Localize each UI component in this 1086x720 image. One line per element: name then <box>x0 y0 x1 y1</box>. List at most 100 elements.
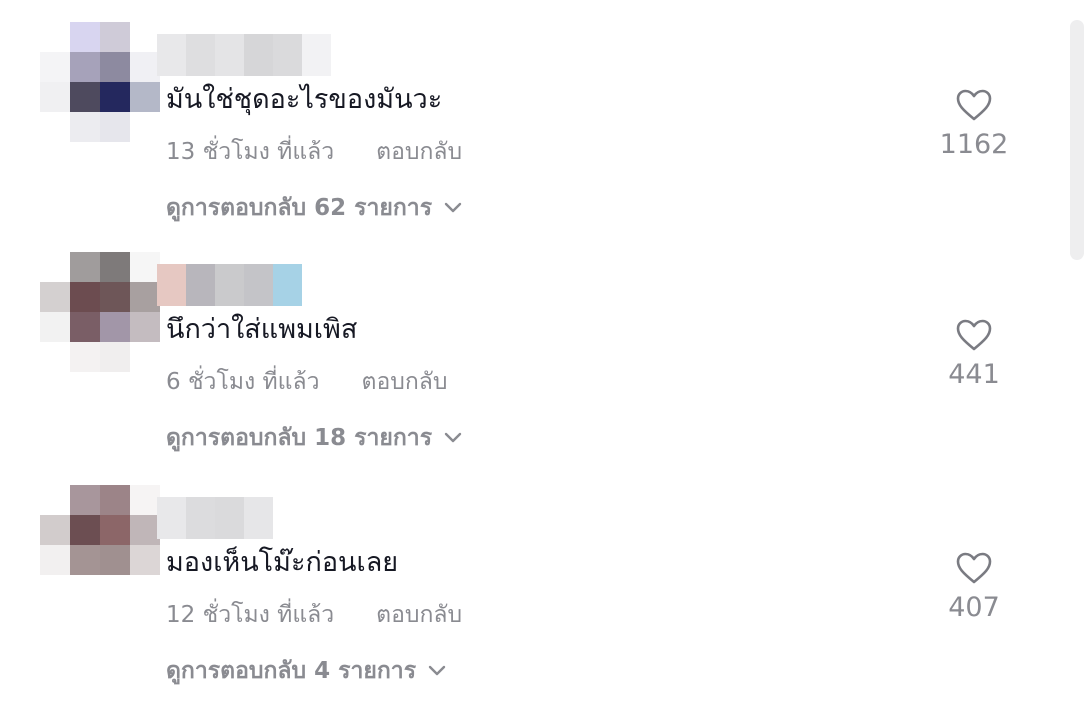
comment-time: 13 ชั่วโมง ที่แล้ว <box>166 139 335 165</box>
avatar-pixel <box>130 52 160 82</box>
username-pixel <box>186 497 215 539</box>
avatar-pixel <box>100 545 130 575</box>
comment-item: มองเห็นโม๊ะก่อนเลย 12 ชั่วโมง ที่แล้ว ตอ… <box>0 485 1086 713</box>
like-section: 1162 <box>924 88 1024 162</box>
username-pixel <box>244 34 273 76</box>
avatar-pixel <box>70 545 100 575</box>
like-section: 441 <box>924 318 1024 392</box>
username-pixel <box>215 497 244 539</box>
avatar-pixel <box>130 485 160 515</box>
heart-outline-icon[interactable] <box>955 318 993 352</box>
chevron-down-icon <box>428 665 446 676</box>
avatar-pixel <box>130 545 160 575</box>
avatar-pixel <box>130 252 160 282</box>
avatar-pixel <box>40 252 70 282</box>
avatar[interactable] <box>40 252 160 372</box>
avatar-pixel <box>100 22 130 52</box>
view-replies-label: ดูการตอบกลับ 18 รายการ <box>166 425 433 451</box>
reply-button[interactable]: ตอบกลับ <box>362 364 448 400</box>
like-section: 407 <box>924 551 1024 625</box>
avatar-pixel <box>100 485 130 515</box>
view-replies-button[interactable]: ดูการตอบกลับ 4 รายการ <box>166 653 446 689</box>
avatar-pixel <box>130 112 160 142</box>
heart-outline-icon[interactable] <box>955 551 993 585</box>
avatar-pixel <box>40 312 70 342</box>
avatar[interactable] <box>40 22 160 142</box>
avatar-pixel <box>100 82 130 112</box>
avatar-pixel <box>100 312 130 342</box>
view-replies-label: ดูการตอบกลับ 62 รายการ <box>166 195 433 221</box>
scrollbar[interactable] <box>1070 20 1084 260</box>
username-pixel <box>244 497 273 539</box>
avatar-pixel <box>70 342 100 372</box>
username-blurred[interactable] <box>157 34 331 76</box>
avatar-pixel <box>100 282 130 312</box>
avatar-pixel <box>70 515 100 545</box>
avatar-pixel <box>40 282 70 312</box>
comment-meta: 13 ชั่วโมง ที่แล้ว ตอบกลับ <box>166 134 462 170</box>
view-replies-button[interactable]: ดูการตอบกลับ 18 รายการ <box>166 420 462 456</box>
comment-text: มองเห็นโม๊ะก่อนเลย <box>166 547 399 578</box>
comment-time: 12 ชั่วโมง ที่แล้ว <box>166 602 335 628</box>
avatar-pixel <box>100 112 130 142</box>
chevron-down-icon <box>444 202 462 213</box>
avatar-pixel <box>130 82 160 112</box>
comment-item: นึกว่าใส่แพมเพิส 6 ชั่วโมง ที่แล้ว ตอบกล… <box>0 252 1086 480</box>
avatar-pixel <box>70 82 100 112</box>
avatar[interactable] <box>40 485 160 605</box>
avatar-pixel <box>130 575 160 605</box>
comment-meta: 6 ชั่วโมง ที่แล้ว ตอบกลับ <box>166 364 448 400</box>
avatar-pixel <box>100 342 130 372</box>
avatar-pixel <box>40 545 70 575</box>
avatar-pixel <box>130 282 160 312</box>
avatar-pixel <box>40 82 70 112</box>
view-replies-label: ดูการตอบกลับ 4 รายการ <box>166 658 417 684</box>
view-replies-button[interactable]: ดูการตอบกลับ 62 รายการ <box>166 190 462 226</box>
avatar-pixel <box>130 312 160 342</box>
comment-time: 6 ชั่วโมง ที่แล้ว <box>166 369 320 395</box>
avatar-pixel <box>70 52 100 82</box>
username-blurred[interactable] <box>157 497 273 539</box>
username-pixel <box>186 264 215 306</box>
username-pixel <box>215 264 244 306</box>
avatar-pixel <box>100 252 130 282</box>
like-count: 407 <box>948 592 1000 623</box>
username-pixel <box>273 34 302 76</box>
username-pixel <box>157 264 186 306</box>
heart-outline-icon[interactable] <box>955 88 993 122</box>
username-pixel <box>186 34 215 76</box>
avatar-pixel <box>130 22 160 52</box>
avatar-pixel <box>40 515 70 545</box>
avatar-pixel <box>70 575 100 605</box>
avatar-pixel <box>130 342 160 372</box>
comment-text: มันใช่ชุดอะไรของมันวะ <box>166 84 443 115</box>
username-pixel <box>302 34 331 76</box>
avatar-pixel <box>100 575 130 605</box>
avatar-pixel <box>130 515 160 545</box>
avatar-pixel <box>40 52 70 82</box>
username-pixel <box>157 497 186 539</box>
like-count: 441 <box>948 359 1000 390</box>
avatar-pixel <box>70 485 100 515</box>
avatar-pixel <box>70 252 100 282</box>
username-pixel <box>215 34 244 76</box>
comment-meta: 12 ชั่วโมง ที่แล้ว ตอบกลับ <box>166 597 462 633</box>
avatar-pixel <box>70 112 100 142</box>
avatar-pixel <box>40 22 70 52</box>
comment-text: นึกว่าใส่แพมเพิส <box>166 314 358 345</box>
avatar-pixel <box>40 485 70 515</box>
comment-item: มันใช่ชุดอะไรของมันวะ 13 ชั่วโมง ที่แล้ว… <box>0 22 1086 250</box>
username-blurred[interactable] <box>157 264 302 306</box>
avatar-pixel <box>70 282 100 312</box>
chevron-down-icon <box>444 432 462 443</box>
like-count: 1162 <box>939 129 1009 160</box>
avatar-pixel <box>40 575 70 605</box>
avatar-pixel <box>100 515 130 545</box>
reply-button[interactable]: ตอบกลับ <box>376 597 462 633</box>
reply-button[interactable]: ตอบกลับ <box>376 134 462 170</box>
username-pixel <box>273 264 302 306</box>
username-pixel <box>157 34 186 76</box>
avatar-pixel <box>70 312 100 342</box>
avatar-pixel <box>40 342 70 372</box>
avatar-pixel <box>40 112 70 142</box>
